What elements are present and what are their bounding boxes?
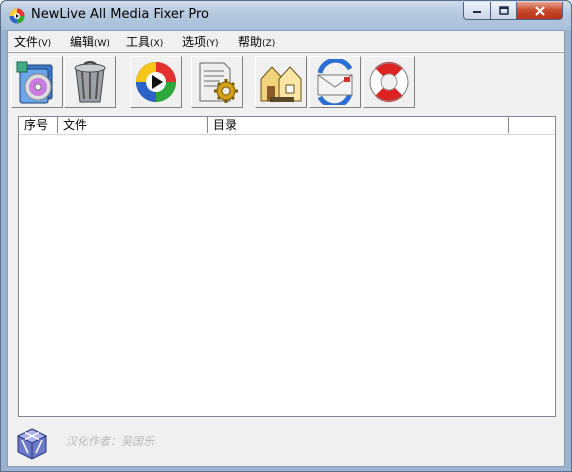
play-button[interactable] [130, 56, 182, 108]
email-icon [317, 59, 353, 105]
window-title: NewLive All Media Fixer Pro [31, 7, 209, 22]
menu-edit[interactable]: 编辑(W) [70, 33, 110, 50]
menu-bar: 文件(V) 编辑(W) 工具(X) 选项(Y) 帮助(Z) [8, 31, 564, 52]
client-area: 文件(V) 编辑(W) 工具(X) 选项(Y) 帮助(Z) 序号 文件 目录 汉… [7, 30, 565, 467]
column-header-index[interactable]: 序号 [19, 117, 58, 133]
menu-tools[interactable]: 工具(X) [126, 33, 163, 50]
maximize-icon [498, 6, 509, 15]
translator-credit: 汉化作者：吴国乐 [66, 435, 154, 448]
column-header-directory[interactable]: 目录 [208, 117, 509, 133]
email-button[interactable] [309, 56, 361, 108]
column-header-file[interactable]: 文件 [58, 117, 208, 133]
minimize-icon [473, 10, 481, 13]
trash-bin-icon [74, 61, 106, 103]
menu-tools-label: 工具 [126, 35, 151, 49]
add-media-button[interactable] [11, 56, 63, 108]
home-folders-icon [260, 66, 302, 102]
menu-options-accel: (Y) [206, 39, 219, 49]
lifebuoy-help-icon [369, 61, 409, 103]
menu-file-accel: (V) [38, 39, 52, 49]
status-area: 汉化作者：吴国乐 [8, 420, 564, 466]
close-button[interactable] [516, 2, 563, 20]
file-list[interactable]: 序号 文件 目录 [18, 116, 556, 417]
add-media-icon [16, 61, 53, 104]
menu-help[interactable]: 帮助(Z) [238, 33, 275, 50]
close-icon [534, 5, 545, 16]
menu-file[interactable]: 文件(V) [14, 33, 51, 50]
minimize-button[interactable] [463, 2, 491, 20]
cube-logo-icon [16, 428, 48, 460]
app-window: NewLive All Media Fixer Pro 文件(V) 编辑(W) … [0, 0, 572, 472]
column-header-blank[interactable] [509, 117, 555, 133]
menu-file-label: 文件 [14, 35, 39, 49]
menu-options-label: 选项 [182, 35, 207, 49]
media-play-icon [136, 62, 176, 102]
menu-options[interactable]: 选项(Y) [182, 33, 219, 50]
list-header: 序号 文件 目录 [19, 117, 555, 135]
menu-edit-accel: (W) [94, 39, 110, 49]
toolbar [8, 52, 564, 109]
menu-tools-accel: (X) [150, 39, 164, 49]
menu-help-label: 帮助 [238, 35, 263, 49]
maximize-button[interactable] [490, 2, 517, 20]
menu-edit-label: 编辑 [70, 35, 95, 49]
menu-help-accel: (Z) [262, 39, 276, 49]
settings-button[interactable] [191, 56, 243, 108]
help-button[interactable] [363, 56, 415, 108]
app-icon [9, 8, 25, 24]
settings-document-icon [199, 62, 238, 103]
folders-button[interactable] [255, 56, 307, 108]
delete-button[interactable] [64, 56, 116, 108]
title-bar[interactable]: NewLive All Media Fixer Pro [1, 1, 571, 30]
